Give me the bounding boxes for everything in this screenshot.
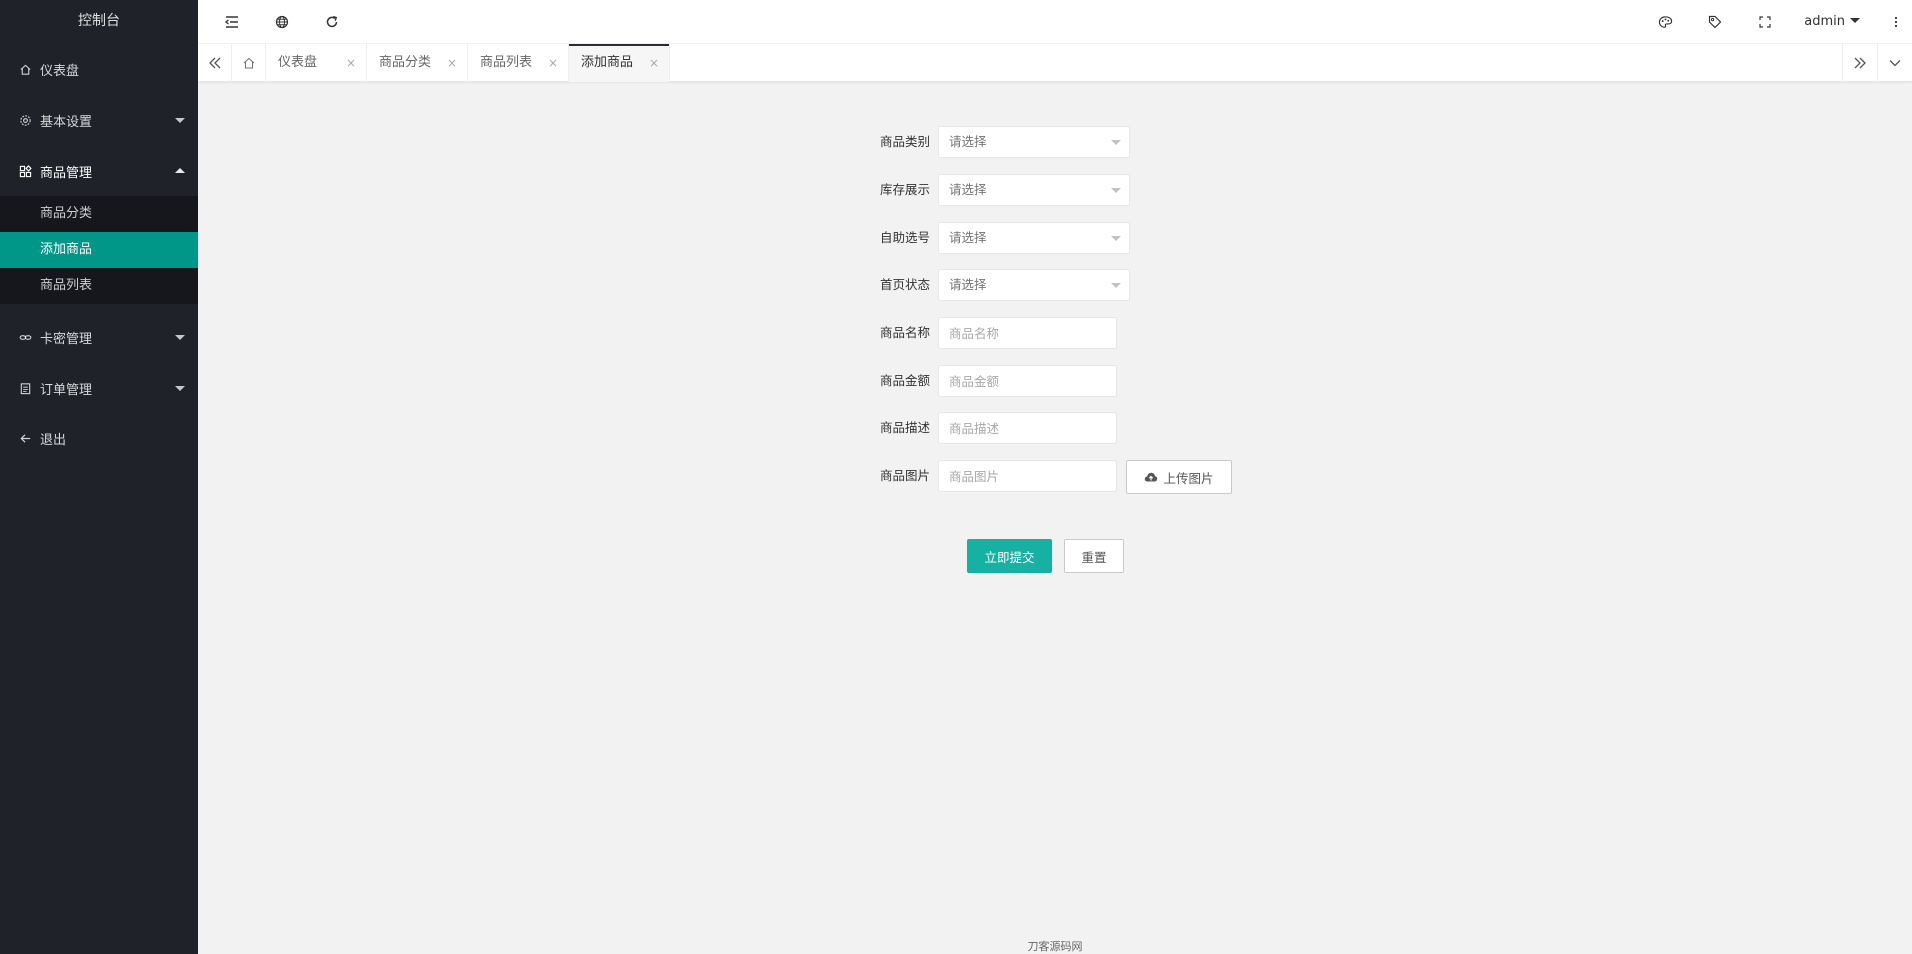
app-logo[interactable]: 控制台 [0,0,198,43]
user-menu[interactable]: admin [1804,0,1860,44]
globe-icon[interactable] [272,12,292,32]
close-icon[interactable]: × [346,44,356,82]
footer-text: 刀客源码网 [1027,940,1083,953]
sidebar-item-label: 仪表盘 [40,63,80,79]
stock-display-select[interactable]: 请选择 [938,174,1130,206]
tabs-menu-chevron-down-icon[interactable] [1877,44,1912,82]
product-image-input[interactable] [938,460,1117,492]
tab-add-product[interactable]: 添加商品 × [569,44,670,82]
category-select-value: 请选择 [949,134,987,149]
tab-label: 仪表盘 [278,55,318,70]
chevron-down-icon [1111,283,1121,288]
self-select-select[interactable]: 请选择 [938,222,1130,254]
menu-toggle-icon[interactable] [222,12,242,32]
sidebar-item-basic-settings[interactable]: 基本设置 [0,95,198,145]
product-amount-input[interactable] [938,365,1117,397]
product-description-label: 商品描述 [879,420,930,435]
chevron-down-icon [175,118,185,123]
tabs-scroll-left-icon[interactable] [198,44,232,82]
product-name-input[interactable] [938,317,1117,349]
self-select-select-value: 请选择 [949,230,987,245]
sidebar-subitem-product-category[interactable]: 商品分类 [0,196,198,232]
submit-button[interactable]: 立即提交 [967,539,1052,573]
chevron-down-icon [1111,236,1121,241]
gear-icon [18,113,32,127]
chevron-down-icon [175,386,185,391]
tab-label: 添加商品 [581,55,634,70]
stock-display-select-value: 请选择 [949,182,987,197]
home-status-select-value: 请选择 [949,277,987,292]
self-select-label: 自助选号 [879,230,930,245]
product-amount-label: 商品金额 [879,373,930,388]
home-status-label: 首页状态 [879,277,930,292]
close-icon[interactable]: × [548,44,558,82]
palette-icon[interactable] [1655,12,1675,32]
reset-button[interactable]: 重置 [1064,539,1124,573]
sidebar-item-logout[interactable]: 退出 [0,413,198,463]
sidebar-item-label: 退出 [40,432,67,448]
close-icon[interactable]: × [447,44,457,82]
tag-icon[interactable] [1705,12,1725,32]
tabs-bar: 仪表盘 × 商品分类 × 商品列表 × 添加商品 × [198,44,1912,82]
product-submenu: 商品分类 添加商品 商品列表 [0,196,198,304]
sidebar-item-order-management[interactable]: 订单管理 [0,363,198,413]
chevron-down-icon [1850,18,1860,23]
tab-product-category[interactable]: 商品分类 × [367,44,468,82]
tab-product-list[interactable]: 商品列表 × [468,44,569,82]
link-icon [18,330,32,344]
product-image-label: 商品图片 [879,468,930,483]
sidebar-item-product-management[interactable]: 商品管理 [0,146,198,196]
category-label: 商品类别 [879,134,930,149]
home-icon [18,62,32,76]
sidebar-item-label: 卡密管理 [40,331,93,347]
chevron-down-icon [1111,140,1121,145]
tabs-scroll-right-icon[interactable] [1842,44,1876,82]
chevron-up-icon [175,168,185,173]
tab-label: 商品列表 [480,55,533,70]
upload-image-button[interactable]: 上传图片 [1126,460,1232,494]
home-status-select[interactable]: 请选择 [938,269,1130,301]
refresh-icon[interactable] [322,12,342,32]
apps-icon [18,164,32,178]
product-name-label: 商品名称 [879,325,930,340]
chevron-down-icon [1111,188,1121,193]
tab-home-icon[interactable] [232,44,266,82]
arrow-left-icon [18,431,32,445]
category-select[interactable]: 请选择 [938,126,1130,158]
fullscreen-icon[interactable] [1755,12,1775,32]
sidebar-item-label: 商品管理 [40,165,93,181]
cloud-upload-icon [1145,472,1158,482]
more-vertical-icon[interactable] [1886,12,1906,32]
top-header: admin [198,0,1912,44]
sidebar-subitem-product-list[interactable]: 商品列表 [0,268,198,304]
sidebar-subitem-add-product[interactable]: 添加商品 [0,232,198,268]
tab-dashboard[interactable]: 仪表盘 × [266,44,367,82]
close-icon[interactable]: × [649,44,659,82]
upload-image-label: 上传图片 [1163,470,1214,486]
sidebar-item-label: 基本设置 [40,114,93,130]
sidebar: 控制台 仪表盘 基本设置 商品管理 商品分类 添加商品 商品列表 卡密管理 订单… [0,0,198,954]
chevron-down-icon [175,335,185,340]
clipboard-icon [18,381,32,395]
sidebar-item-card-management[interactable]: 卡密管理 [0,312,198,362]
tab-label: 商品分类 [379,55,432,70]
sidebar-item-dashboard[interactable]: 仪表盘 [0,44,198,94]
product-description-input[interactable] [938,412,1117,444]
username: admin [1804,14,1845,29]
stock-display-label: 库存展示 [879,182,930,197]
sidebar-item-label: 订单管理 [40,382,93,398]
